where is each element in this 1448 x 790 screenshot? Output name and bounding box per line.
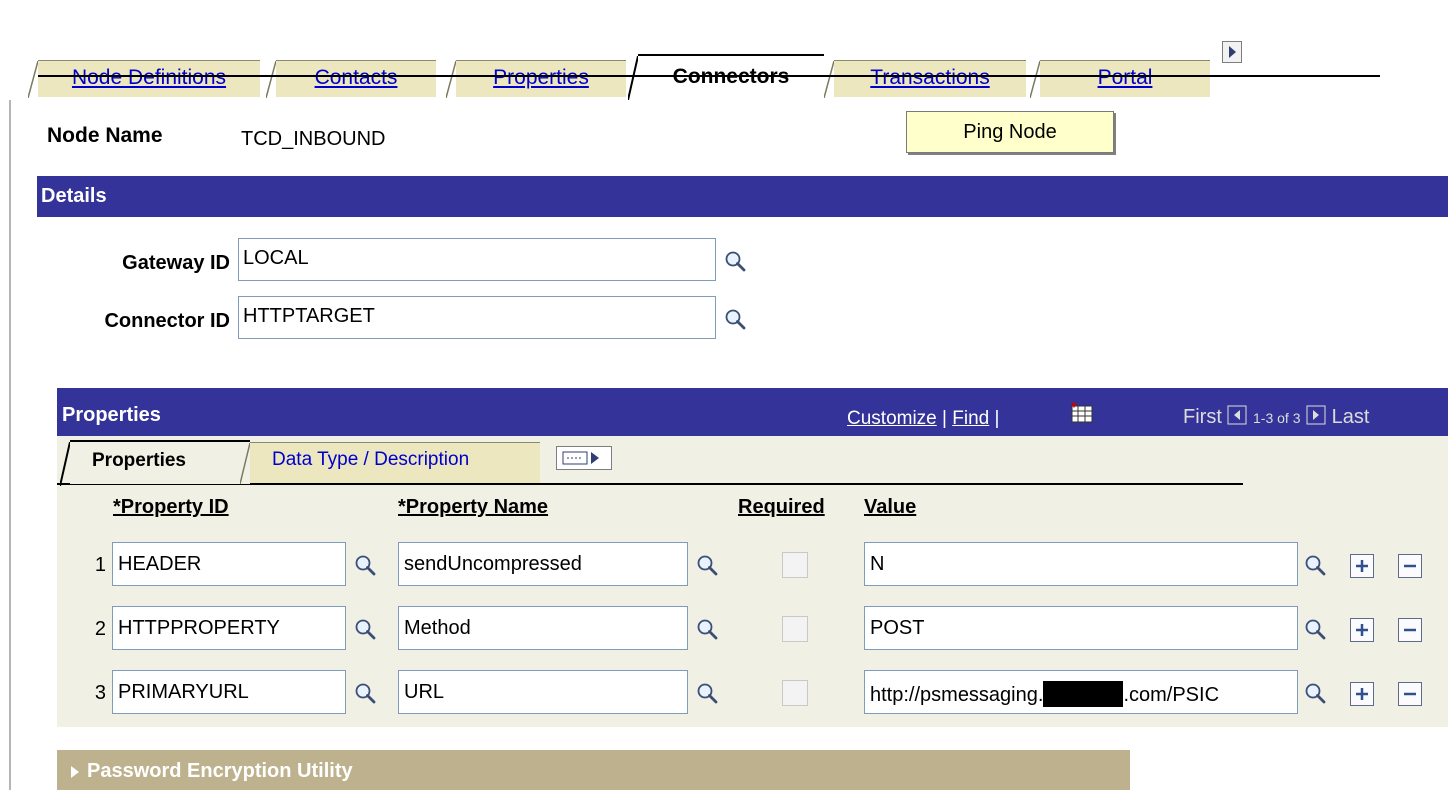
plus-icon[interactable] [1350,618,1374,642]
row-number: 3 [94,682,106,704]
tab-edge [1030,61,1040,98]
minus-icon[interactable] [1398,618,1422,642]
tab-label: Contacts [314,66,398,89]
node-name-value: TCD_INBOUND [241,128,386,150]
grid-links: Customize | Find | [847,408,999,430]
col-property-id[interactable]: *Property ID [113,496,229,519]
row-number: 2 [94,618,106,640]
arrow-right-icon[interactable] [1222,41,1242,63]
tab-node-definitions[interactable]: Node Definitions [28,60,260,98]
redacted-block [1043,681,1124,707]
triangle-right-icon [71,766,79,778]
magnifier-icon[interactable] [1304,682,1326,704]
value-suffix: .com/PSIC [1123,684,1220,706]
property-name-input[interactable]: URL [398,670,688,714]
tab-label: Connectors [672,65,790,88]
value-input[interactable]: http://psmessaging. .com/PSIC [864,670,1298,714]
gateway-id-label: Gateway ID [122,252,230,274]
property-name-input[interactable]: Method [398,606,688,650]
tab-edge [446,61,456,98]
value-input[interactable]: POST [864,606,1298,650]
magnifier-icon[interactable] [1304,554,1326,576]
tab-label: Portal [1097,66,1153,89]
col-value[interactable]: Value [864,496,916,519]
magnifier-icon[interactable] [696,554,718,576]
tab-edge [60,442,70,486]
details-title: Details [41,185,107,207]
property-id-input[interactable]: HEADER [112,542,346,586]
property-name-input[interactable]: sendUncompressed [398,542,688,586]
last-label: Last [1331,406,1370,428]
magnifier-icon[interactable] [1304,618,1326,640]
col-required[interactable]: Required [738,496,825,519]
customize-link[interactable]: Customize [847,408,937,429]
magnifier-icon[interactable] [354,554,376,576]
grid-pagination: First 1-3 of 3 Last [1183,405,1369,429]
row-number: 1 [94,554,106,576]
tab-edge [28,61,38,98]
value-prefix: http://psmessaging. [870,684,1044,706]
required-checkbox[interactable] [782,680,808,706]
tab-label: Transactions [870,66,990,89]
row-range: 1-3 of 3 [1253,410,1301,426]
tab-edge [266,61,276,98]
tab-properties[interactable]: Properties [446,60,626,98]
required-checkbox[interactable] [782,616,808,642]
tab-transactions[interactable]: Transactions [824,60,1026,98]
left-divider [9,100,11,790]
connector-id-label: Connector ID [104,310,230,332]
first-label: First [1183,406,1222,428]
magnifier-icon[interactable] [724,308,746,330]
tab-contacts[interactable]: Contacts [266,60,436,98]
col-property-name[interactable]: *Property Name [398,496,548,519]
details-header: Details [37,176,1448,217]
separator: | [942,408,947,429]
tab-edge [240,443,250,484]
minus-icon[interactable] [1398,554,1422,578]
tab-edge [628,56,638,100]
magnifier-icon[interactable] [354,682,376,704]
tab-label: Node Definitions [71,66,227,89]
magnifier-icon[interactable] [696,618,718,640]
tab-label: Properties [493,66,589,89]
grid-title: Properties [62,404,161,426]
properties-grid-header: Properties Customize | Find | First 1-3 … [57,388,1448,436]
gateway-id-input[interactable]: LOCAL [238,238,716,281]
subtab-properties[interactable]: Properties [60,440,250,486]
password-encryption-section[interactable]: Password Encryption Utility [57,750,1130,790]
property-id-input[interactable]: HTTPPROPERTY [112,606,346,650]
grid-icon[interactable] [1069,402,1095,424]
tab-bar: Node Definitions Contacts Properties Con… [0,22,1380,100]
arrow-right-icon[interactable] [1306,405,1326,425]
property-id-input[interactable]: PRIMARYURL [112,670,346,714]
ping-node-button[interactable]: Ping Node [906,111,1114,153]
plus-icon[interactable] [1350,554,1374,578]
subtab-label: Data Type / Description [272,449,470,470]
required-checkbox[interactable] [782,552,808,578]
find-link[interactable]: Find [952,408,989,429]
section-label: Password Encryption Utility [87,760,353,782]
show-all-columns-icon[interactable] [556,446,612,470]
tab-underline [38,75,1380,77]
minus-icon[interactable] [1398,682,1422,706]
arrow-left-icon[interactable] [1227,405,1247,425]
connector-id-input[interactable]: HTTPTARGET [238,296,716,339]
tab-edge [824,61,834,98]
plus-icon[interactable] [1350,682,1374,706]
magnifier-icon[interactable] [354,618,376,640]
magnifier-icon[interactable] [724,250,746,272]
subtab-label: Properties [92,450,186,471]
tab-portal[interactable]: Portal [1030,60,1210,98]
value-input[interactable]: N [864,542,1298,586]
subtab-data-type[interactable]: Data Type / Description [240,442,540,484]
separator: | [994,408,1000,429]
node-name-label: Node Name [47,124,163,147]
magnifier-icon[interactable] [696,682,718,704]
